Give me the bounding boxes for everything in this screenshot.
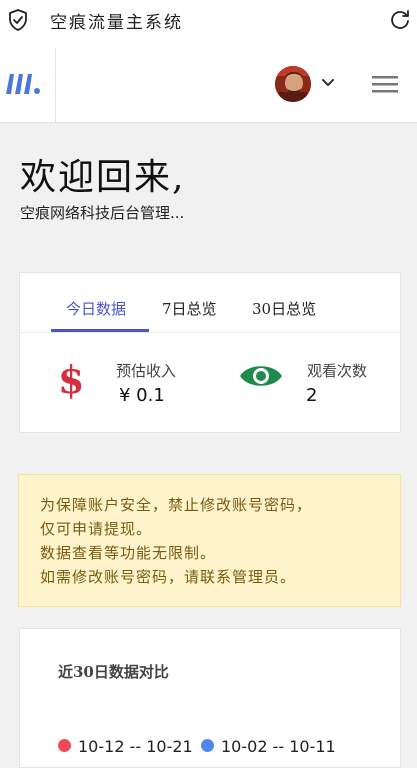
welcome-heading: 欢迎回来,	[20, 157, 186, 198]
stats-card: 今日数据 7日总览 30日总览 $ 预估收入 ¥ 0.1 观看次数 2	[19, 272, 401, 433]
legend-dot-red	[58, 739, 71, 752]
user-avatar[interactable]	[275, 66, 311, 102]
shield-check-icon	[9, 9, 27, 31]
comparison-card: 近30日数据对比 10-12 -- 10-21 10-02 -- 10-11	[19, 628, 401, 768]
income-value: ¥ 0.1	[119, 385, 165, 406]
income-label: 预估收入	[116, 362, 177, 380]
tab-today[interactable]: 今日数据	[66, 298, 126, 319]
active-tab-indicator	[51, 329, 149, 332]
navbar-divider	[55, 48, 56, 122]
chevron-down-icon[interactable]	[321, 78, 335, 88]
stats-tabs: 今日数据 7日总览 30日总览	[20, 273, 400, 333]
refresh-icon[interactable]	[388, 8, 412, 32]
app-title: 空痕流量主系统	[50, 13, 183, 33]
views-value: 2	[306, 385, 318, 406]
top-navbar	[0, 40, 417, 123]
welcome-subtitle: 空痕网络科技后台管理...	[20, 204, 185, 222]
title-bar: 空痕流量主系统	[0, 0, 417, 40]
notice-line: 仅可申请提现。	[40, 520, 153, 538]
eye-icon	[240, 366, 282, 386]
legend-item-current[interactable]: 10-12 -- 10-21	[58, 737, 193, 756]
notice-line: 数据查看等功能无限制。	[40, 544, 217, 562]
brand-logo-icon[interactable]	[4, 70, 42, 96]
dollar-icon: $	[58, 357, 85, 402]
tab-30-day[interactable]: 30日总览	[252, 298, 316, 319]
notice-line: 如需修改账号密码，请联系管理员。	[40, 568, 297, 586]
views-label: 观看次数	[307, 362, 368, 380]
legend-dot-blue	[201, 739, 214, 752]
legend-label: 10-12 -- 10-21	[78, 737, 193, 756]
legend-item-previous[interactable]: 10-02 -- 10-11	[201, 737, 336, 756]
tab-7-day[interactable]: 7日总览	[162, 298, 217, 319]
legend-label: 10-02 -- 10-11	[221, 737, 336, 756]
security-notice: 为保障账户安全，禁止修改账号密码， 仅可申请提现。 数据查看等功能无限制。 如需…	[18, 474, 401, 607]
notice-line: 为保障账户安全，禁止修改账号密码，	[40, 496, 313, 514]
hamburger-menu-icon[interactable]	[372, 74, 398, 94]
comparison-title: 近30日数据对比	[58, 663, 169, 681]
